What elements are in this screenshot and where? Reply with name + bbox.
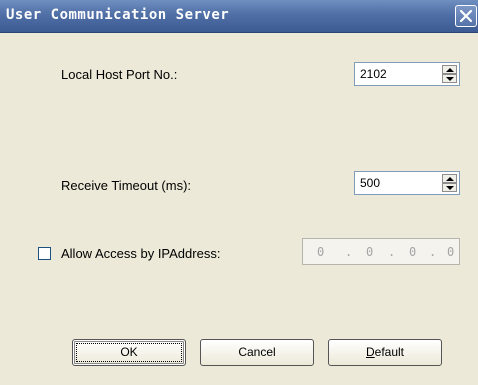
ip-separator: . <box>345 245 353 259</box>
close-button[interactable] <box>455 5 477 27</box>
user-communication-server-dialog: User Communication Server Local Host Por… <box>0 0 478 385</box>
receive-timeout-spinner[interactable]: 500 <box>354 171 460 195</box>
cancel-button[interactable]: Cancel <box>200 339 314 366</box>
chevron-down-icon <box>446 77 454 81</box>
chevron-up-icon <box>446 177 454 181</box>
ip-octet-2[interactable]: 0 <box>366 245 373 259</box>
allow-ip-label[interactable]: Allow Access by IPAddress: <box>61 246 220 261</box>
default-button[interactable]: Default <box>328 339 442 366</box>
ip-address-field[interactable]: 0 . 0 . 0 . 0 <box>302 238 460 265</box>
receive-timeout-down-button[interactable] <box>442 183 457 192</box>
local-port-value[interactable]: 2102 <box>360 67 387 81</box>
ip-octet-1[interactable]: 0 <box>317 245 324 259</box>
ip-octet-3[interactable]: 0 <box>409 245 416 259</box>
default-button-label: Default <box>365 345 405 359</box>
receive-timeout-label: Receive Timeout (ms): <box>61 178 192 193</box>
local-port-label: Local Host Port No.: <box>61 67 178 82</box>
window-title: User Communication Server <box>6 7 230 23</box>
ok-button-label: OK <box>120 345 138 359</box>
ok-button[interactable]: OK <box>72 339 186 366</box>
local-port-up-button[interactable] <box>442 65 457 74</box>
title-bar[interactable]: User Communication Server <box>0 0 478 33</box>
allow-ip-checkbox[interactable] <box>38 247 51 260</box>
ip-separator: . <box>429 245 437 259</box>
cancel-button-label: Cancel <box>238 345 276 359</box>
chevron-up-icon <box>446 68 454 72</box>
local-port-spinner[interactable]: 2102 <box>354 62 460 86</box>
close-icon <box>459 9 473 23</box>
receive-timeout-value[interactable]: 500 <box>360 176 380 190</box>
ip-separator: . <box>388 245 396 259</box>
receive-timeout-up-button[interactable] <box>442 174 457 183</box>
local-port-down-button[interactable] <box>442 74 457 83</box>
chevron-down-icon <box>446 186 454 190</box>
ip-octet-4[interactable]: 0 <box>447 245 454 259</box>
